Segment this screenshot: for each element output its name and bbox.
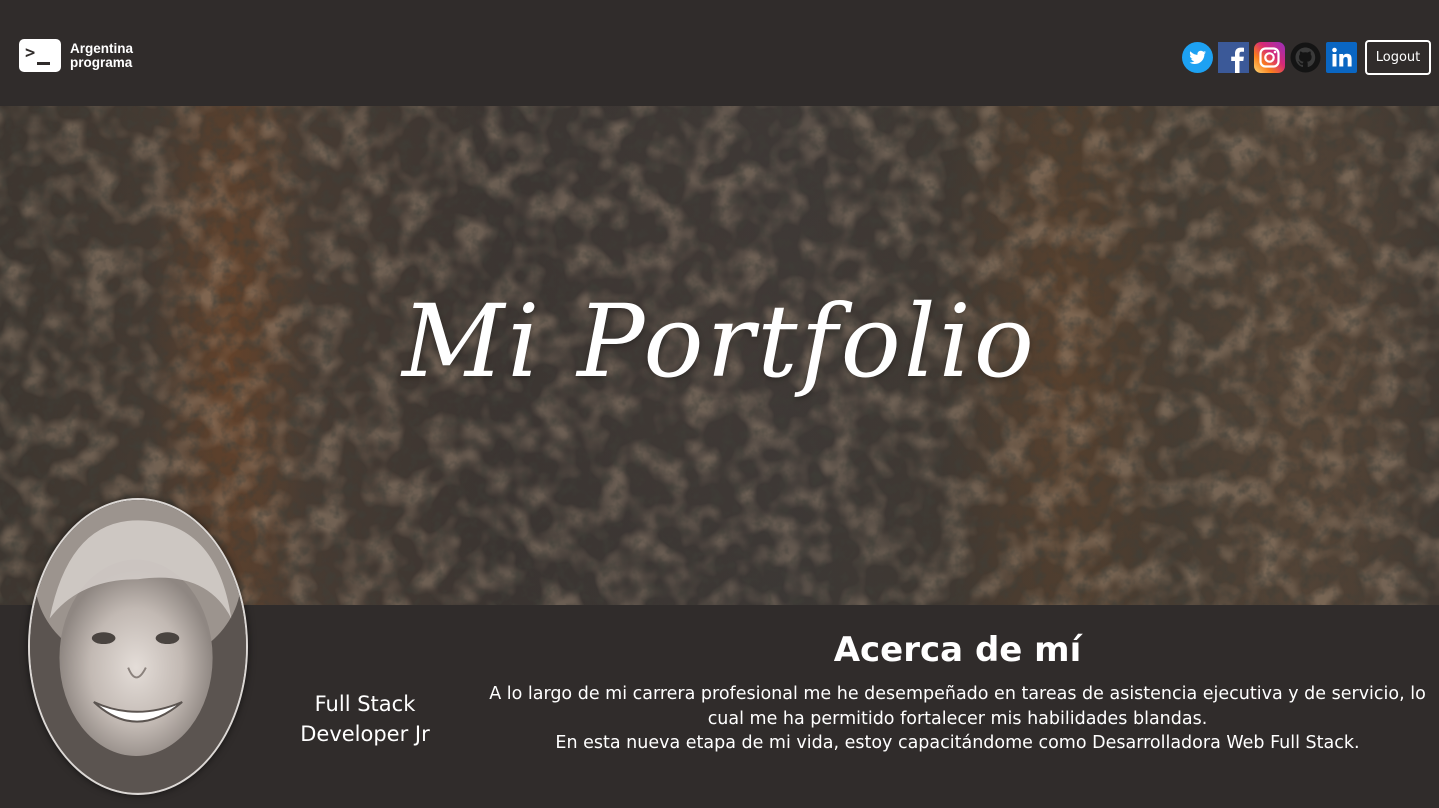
brand-line-1: Argentina xyxy=(70,40,134,56)
role-line-2: Developer Jr xyxy=(300,722,430,746)
about-title: Acerca de mí xyxy=(833,630,1082,670)
github-link[interactable] xyxy=(1290,42,1321,73)
brand-logo-link[interactable]: > Argentina programa xyxy=(19,39,133,72)
hero-title: Mi Portfolio xyxy=(402,283,1037,400)
twitter-icon xyxy=(1182,42,1213,73)
hero-banner: Mi Portfolio xyxy=(0,106,1439,605)
linkedin-link[interactable] xyxy=(1326,42,1357,73)
top-navbar: > Argentina programa Logout xyxy=(0,0,1439,106)
instagram-icon xyxy=(1254,42,1285,73)
terminal-icon: > xyxy=(19,39,61,72)
about-paragraph-2: En esta nueva etapa de mi vida, estoy ca… xyxy=(555,733,1360,753)
instagram-link[interactable] xyxy=(1254,42,1285,73)
about-description: A lo largo de mi carrera profesional me … xyxy=(480,682,1435,756)
facebook-icon xyxy=(1218,42,1249,73)
about-paragraph-1: A lo largo de mi carrera profesional me … xyxy=(489,684,1426,729)
brand-name: Argentina programa xyxy=(70,40,134,70)
role-line-1: Full Stack xyxy=(314,692,416,716)
twitter-link[interactable] xyxy=(1182,42,1213,73)
brand-line-2: programa xyxy=(70,54,133,70)
linkedin-icon xyxy=(1326,42,1357,73)
profile-role: Full Stack Developer Jr xyxy=(280,689,450,749)
logout-button[interactable]: Logout xyxy=(1365,40,1431,75)
facebook-link[interactable] xyxy=(1218,42,1249,73)
social-links: Logout xyxy=(1182,40,1431,75)
github-icon xyxy=(1290,42,1321,73)
